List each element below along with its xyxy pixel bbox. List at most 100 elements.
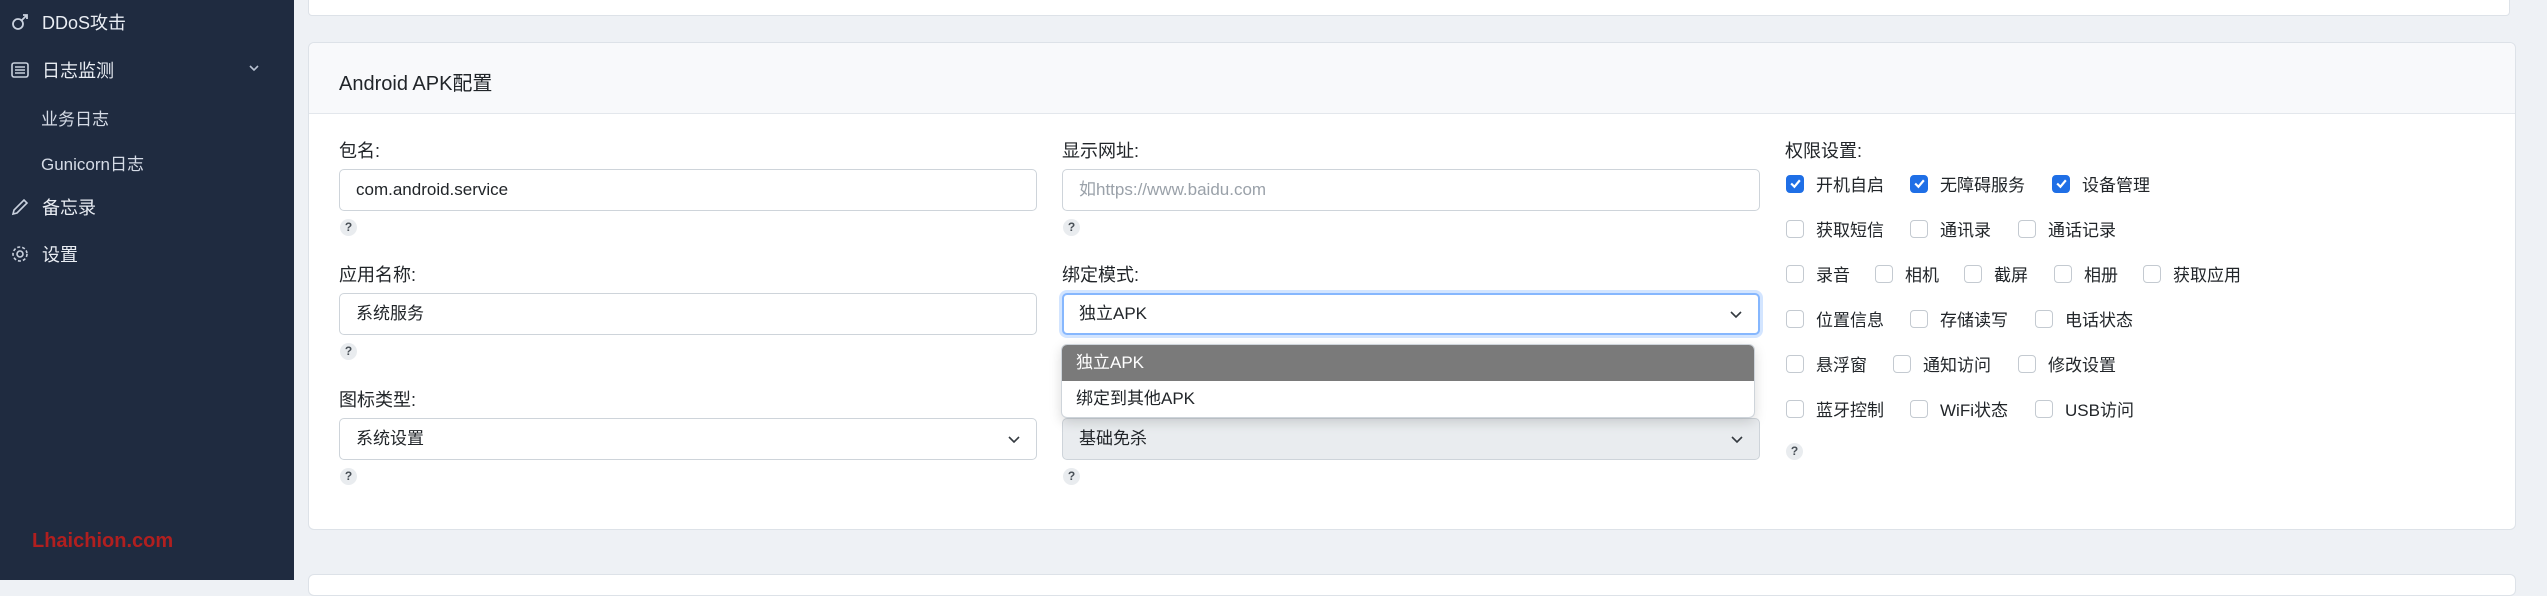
permission-record[interactable]: 录音 bbox=[1786, 261, 1850, 286]
permission-notification[interactable]: 通知访问 bbox=[1893, 351, 1991, 376]
icon-type-value: 系统设置 bbox=[356, 429, 424, 448]
checkbox[interactable] bbox=[1910, 309, 1928, 328]
checkbox[interactable] bbox=[1910, 174, 1928, 193]
permissions-label: 权限设置: bbox=[1785, 141, 1863, 161]
package-label: 包名: bbox=[339, 141, 381, 161]
permission-overlay[interactable]: 悬浮窗 bbox=[1786, 351, 1867, 376]
bind-mode-value: 独立APK bbox=[1079, 304, 1148, 323]
permission-camera[interactable]: 相机 bbox=[1875, 261, 1939, 286]
check-icon bbox=[1789, 179, 1801, 189]
sidebar-item-memo[interactable]: 备忘录 bbox=[10, 194, 96, 220]
sidebar: DDoS攻击 日志监测 业务日志 Gunicorn日志 备忘录 设置 Lhaic… bbox=[0, 0, 294, 580]
permission-label: 获取应用 bbox=[2173, 266, 2241, 285]
sidebar-item-label: DDoS攻击 bbox=[42, 13, 127, 33]
checkbox[interactable] bbox=[2018, 219, 2036, 238]
help-icon[interactable]: ? bbox=[340, 343, 357, 360]
help-icon[interactable]: ? bbox=[1063, 468, 1080, 485]
bind-mode-option[interactable]: 绑定到其他APK bbox=[1062, 381, 1754, 417]
permission-label: 设备管理 bbox=[2082, 176, 2150, 195]
help-icon[interactable]: ? bbox=[1786, 443, 1803, 460]
checkbox[interactable] bbox=[2035, 399, 2053, 418]
app-name-label: 应用名称: bbox=[339, 265, 417, 285]
permission-label: 存储读写 bbox=[1940, 311, 2008, 330]
check-icon bbox=[1913, 179, 1925, 189]
permission-autostart[interactable]: 开机自启 bbox=[1786, 171, 1884, 196]
package-input[interactable]: com.android.service bbox=[339, 169, 1037, 211]
permission-apps[interactable]: 获取应用 bbox=[2143, 261, 2241, 286]
permission-label: 获取短信 bbox=[1816, 221, 1884, 240]
url-label: 显示网址: bbox=[1062, 141, 1140, 161]
checkbox[interactable] bbox=[1786, 174, 1804, 193]
gender-icon bbox=[12, 14, 28, 30]
checkbox[interactable] bbox=[1964, 264, 1982, 283]
permission-label: 截屏 bbox=[1994, 266, 2028, 285]
bind-mode-option[interactable]: 独立APK bbox=[1062, 345, 1754, 381]
help-icon[interactable]: ? bbox=[1063, 219, 1080, 236]
permission-label: 相册 bbox=[2084, 266, 2118, 285]
list-icon bbox=[11, 62, 29, 78]
checkbox[interactable] bbox=[1910, 219, 1928, 238]
card-header: Android APK配置 bbox=[309, 43, 2515, 114]
permission-label: WiFi状态 bbox=[1940, 401, 2008, 420]
bind-mode-select[interactable]: 独立APK bbox=[1062, 293, 1760, 335]
permission-label: 悬浮窗 bbox=[1816, 356, 1867, 375]
permission-wifi[interactable]: WiFi状态 bbox=[1910, 396, 2008, 421]
permission-modify-settings[interactable]: 修改设置 bbox=[2018, 351, 2116, 376]
sidebar-subitem-business-log[interactable]: 业务日志 bbox=[41, 105, 109, 130]
permission-sms[interactable]: 获取短信 bbox=[1786, 216, 1884, 241]
checkbox[interactable] bbox=[2035, 309, 2053, 328]
checkbox[interactable] bbox=[1893, 354, 1911, 373]
sidebar-subitem-gunicorn-log[interactable]: Gunicorn日志 bbox=[41, 150, 144, 175]
apk-config-card: Android APK配置 包名: com.android.service ? … bbox=[308, 42, 2516, 530]
checkbox[interactable] bbox=[2143, 264, 2161, 283]
permission-call-log[interactable]: 通话记录 bbox=[2018, 216, 2116, 241]
help-icon[interactable]: ? bbox=[340, 468, 357, 485]
permission-label: 录音 bbox=[1816, 266, 1850, 285]
checkbox[interactable] bbox=[1910, 399, 1928, 418]
chevron-down-icon bbox=[1008, 436, 1020, 444]
help-icon[interactable]: ? bbox=[340, 219, 357, 236]
permission-label: 通知访问 bbox=[1923, 356, 1991, 375]
card-title: Android APK配置 bbox=[339, 73, 493, 95]
permission-accessibility[interactable]: 无障碍服务 bbox=[1910, 171, 2025, 196]
checkbox[interactable] bbox=[1786, 309, 1804, 328]
sidebar-item-ddos[interactable]: DDoS攻击 bbox=[10, 9, 126, 35]
permission-usb[interactable]: USB访问 bbox=[2035, 396, 2134, 421]
icon-type-label: 图标类型: bbox=[339, 390, 417, 410]
permission-album[interactable]: 相册 bbox=[2054, 261, 2118, 286]
permission-location[interactable]: 位置信息 bbox=[1786, 306, 1884, 331]
bind-mode-dropdown: 独立APK 绑定到其他APK bbox=[1061, 344, 1755, 418]
checkbox[interactable] bbox=[2054, 264, 2072, 283]
next-card bbox=[308, 574, 2516, 596]
permission-label: 蓝牙控制 bbox=[1816, 401, 1884, 420]
sidebar-item-settings[interactable]: 设置 bbox=[10, 241, 78, 267]
pencil-icon bbox=[11, 198, 29, 216]
url-input[interactable]: 如https://www.baidu.com bbox=[1062, 169, 1760, 211]
checkbox[interactable] bbox=[2052, 174, 2070, 193]
icon-type-select[interactable]: 系统设置 bbox=[339, 418, 1037, 460]
app-name-input[interactable]: 系统服务 bbox=[339, 293, 1037, 335]
permission-label: 通讯录 bbox=[1940, 221, 1991, 240]
permission-label: 无障碍服务 bbox=[1940, 176, 2025, 195]
av-select[interactable]: 基础免杀 bbox=[1062, 418, 1760, 460]
permission-phone-state[interactable]: 电话状态 bbox=[2035, 306, 2133, 331]
permission-screenshot[interactable]: 截屏 bbox=[1964, 261, 2028, 286]
permission-storage[interactable]: 存储读写 bbox=[1910, 306, 2008, 331]
permission-device-admin[interactable]: 设备管理 bbox=[2052, 171, 2150, 196]
checkbox[interactable] bbox=[1875, 264, 1893, 283]
permission-bluetooth[interactable]: 蓝牙控制 bbox=[1786, 396, 1884, 421]
previous-card bbox=[308, 0, 2510, 16]
chevron-down-icon[interactable] bbox=[248, 62, 260, 74]
bind-mode-label: 绑定模式: bbox=[1062, 265, 1140, 285]
sidebar-item-logs[interactable]: 日志监测 bbox=[10, 57, 114, 83]
checkbox[interactable] bbox=[1786, 399, 1804, 418]
main-content: Android APK配置 包名: com.android.service ? … bbox=[294, 0, 2547, 596]
checkbox[interactable] bbox=[1786, 264, 1804, 283]
sidebar-item-label: 设置 bbox=[42, 245, 78, 265]
permission-contacts[interactable]: 通讯录 bbox=[1910, 216, 1991, 241]
checkbox[interactable] bbox=[1786, 219, 1804, 238]
checkbox[interactable] bbox=[1786, 354, 1804, 373]
chevron-down-icon bbox=[1730, 311, 1742, 319]
sidebar-item-label: 备忘录 bbox=[42, 198, 96, 218]
checkbox[interactable] bbox=[2018, 354, 2036, 373]
